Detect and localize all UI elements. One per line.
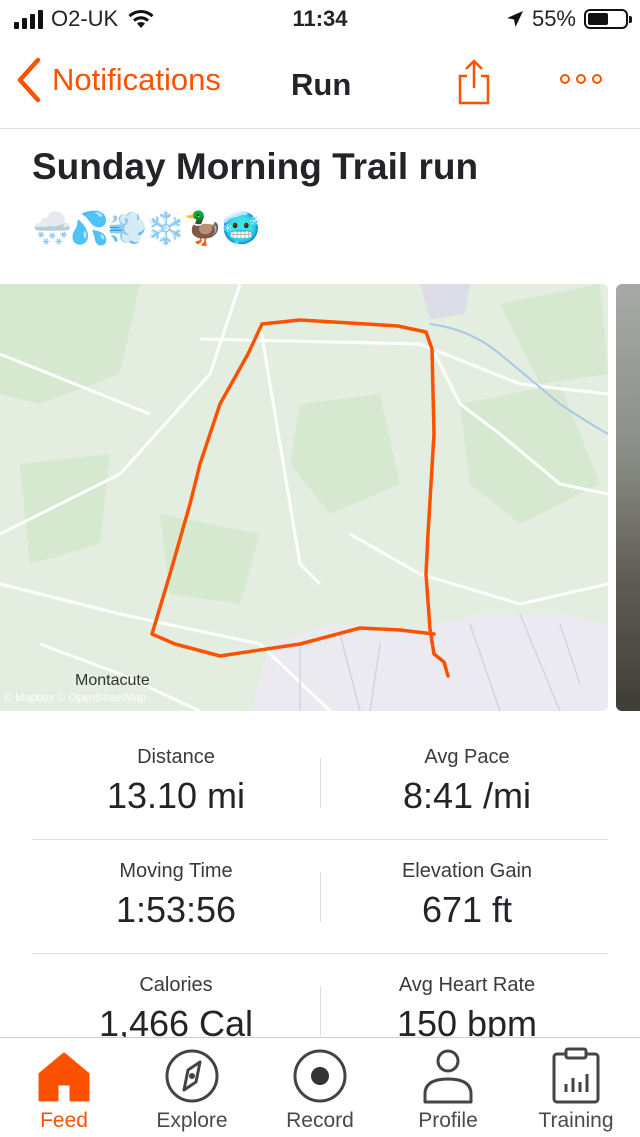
tab-label: Feed <box>40 1109 88 1132</box>
stat-value: 13.10 mi <box>106 775 246 816</box>
more-options-button[interactable] <box>560 74 602 84</box>
stat-calories: Calories 1,466 Cal <box>32 954 320 1045</box>
home-icon <box>38 1052 90 1102</box>
tab-feed[interactable]: Feed <box>0 1038 128 1137</box>
stats-row: Distance 13.10 mi Avg Pace 8:41 /mi <box>32 726 608 840</box>
battery-icon <box>584 9 632 29</box>
dot-icon <box>592 74 602 84</box>
stat-elevation-gain: Elevation Gain 671 ft <box>320 840 614 931</box>
profile-icon <box>423 1049 473 1104</box>
record-icon <box>293 1049 347 1103</box>
tab-record[interactable]: Record <box>256 1038 384 1137</box>
tab-label: Explore <box>156 1109 228 1132</box>
chevron-left-icon <box>17 57 41 103</box>
map-place-label: Montacute <box>75 672 150 689</box>
back-button[interactable]: Notifications <box>14 56 221 104</box>
location-arrow-icon <box>506 11 523 27</box>
stat-value: 1:53:56 <box>115 889 237 930</box>
share-icon <box>458 59 490 105</box>
navigation-bar: Notifications Run <box>0 40 640 129</box>
stat-label: Avg Heart Rate <box>398 974 536 996</box>
dot-icon <box>560 74 570 84</box>
tab-training[interactable]: Training <box>512 1038 640 1137</box>
stat-label: Moving Time <box>119 860 233 882</box>
share-button[interactable] <box>454 58 494 111</box>
compass-icon <box>165 1049 219 1103</box>
battery-percent: 55% <box>531 6 576 31</box>
stat-value: 8:41 /mi <box>402 775 532 816</box>
tab-label: Training <box>538 1109 614 1132</box>
tab-explore[interactable]: Explore <box>128 1038 256 1137</box>
back-label: Notifications <box>52 62 221 97</box>
stat-label: Calories <box>139 974 213 996</box>
tab-label: Profile <box>418 1109 478 1132</box>
stat-label: Avg Pace <box>424 746 510 768</box>
activity-title: Sunday Morning Trail run <box>32 146 479 187</box>
dot-icon <box>576 74 586 84</box>
map-attribution[interactable]: © Mapbox © OpenStreetMap <box>4 692 146 704</box>
stat-moving-time: Moving Time 1:53:56 <box>32 840 320 931</box>
activity-photo-thumbnail[interactable] <box>616 284 640 711</box>
stat-value: 671 ft <box>421 889 513 930</box>
tab-label: Record <box>286 1109 354 1132</box>
stats-grid: Distance 13.10 mi Avg Pace 8:41 /mi Movi… <box>32 726 608 1067</box>
route-map[interactable]: Montacute © Mapbox © OpenStreetMap <box>0 284 608 711</box>
stat-avg-pace: Avg Pace 8:41 /mi <box>320 726 614 817</box>
tab-profile[interactable]: Profile <box>384 1038 512 1137</box>
status-bar: O2-UK 11:34 55% <box>0 0 640 40</box>
training-icon <box>552 1047 600 1104</box>
stat-distance: Distance 13.10 mi <box>32 726 320 817</box>
stat-avg-heart-rate: Avg Heart Rate 150 bpm <box>320 954 614 1045</box>
tab-bar: Feed Explore Record Profile Training <box>0 1037 640 1137</box>
stat-label: Elevation Gain <box>401 860 533 882</box>
stat-label: Distance <box>137 746 215 768</box>
activity-emojis: 🌨️💦💨❄️🦆🥶 <box>32 210 261 246</box>
stats-row: Moving Time 1:53:56 Elevation Gain 671 f… <box>32 840 608 954</box>
page-title: Run <box>291 67 352 102</box>
